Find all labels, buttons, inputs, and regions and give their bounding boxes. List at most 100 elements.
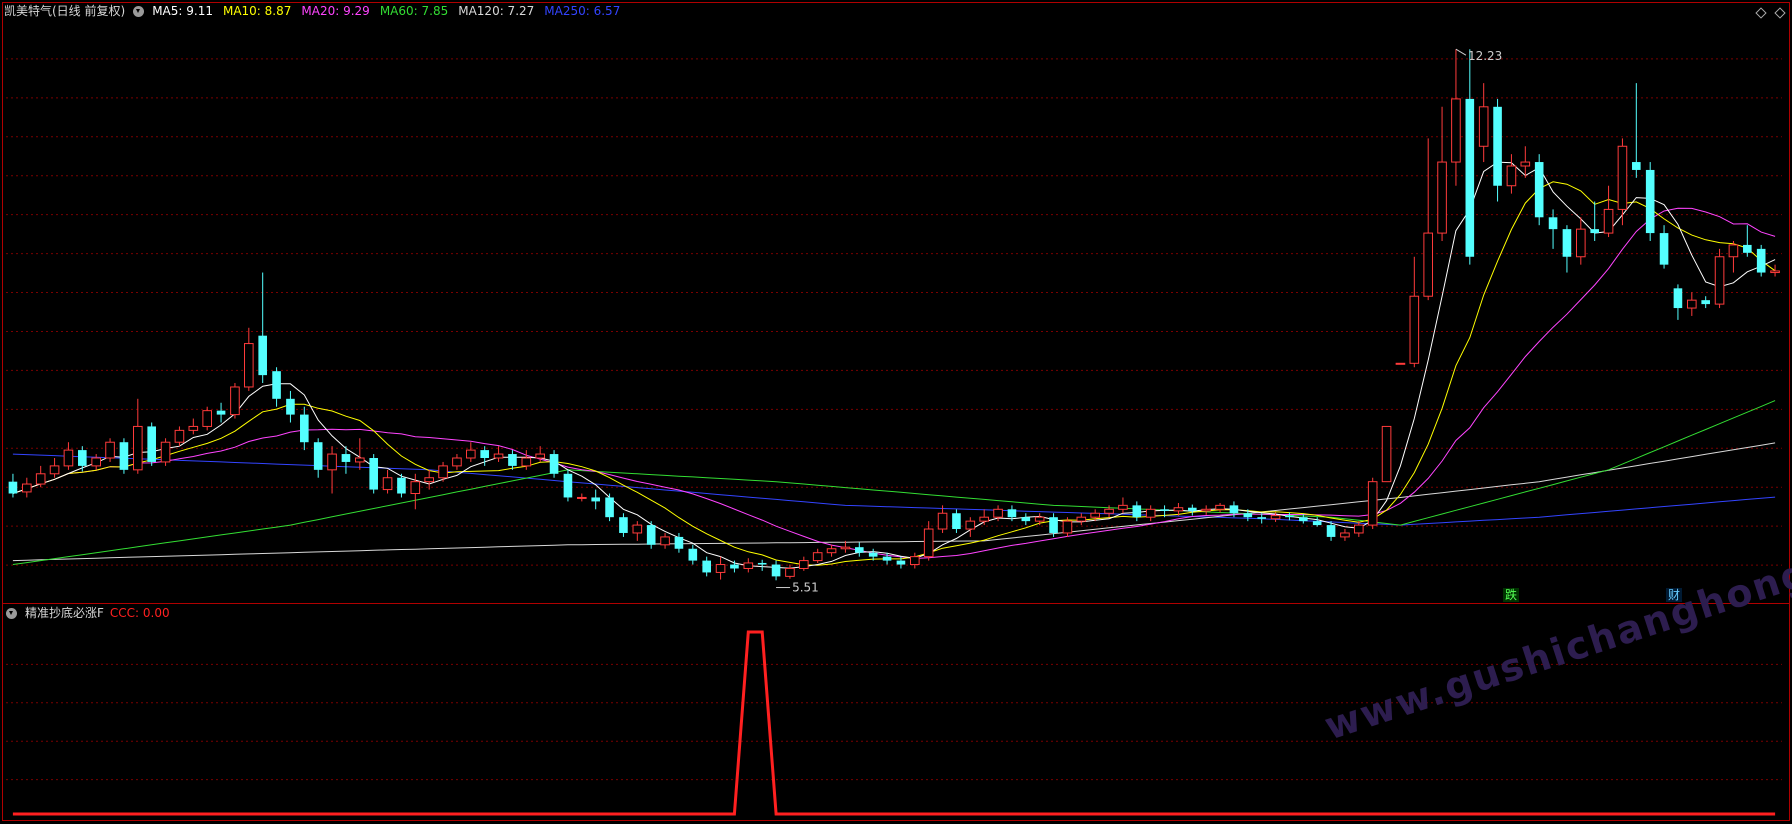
candle[interactable] [202,406,212,431]
candle-body-up [244,343,254,388]
candle-body-up [1034,516,1045,522]
candle[interactable] [549,450,559,478]
candle[interactable] [605,493,614,522]
candle-body-down [216,410,226,415]
candle-body-down [1229,505,1239,514]
candle[interactable] [147,422,156,466]
chart-background [0,0,1792,824]
candle-body-down [397,477,406,494]
candle-body-down [563,473,573,498]
candle[interactable] [119,438,129,474]
candle[interactable] [105,438,115,462]
candle[interactable] [1367,477,1378,530]
candle-body-up [424,477,434,483]
stock-chart[interactable]: 12.235.51 www.gushichanghong.com [0,0,1792,824]
candle-body-down [855,547,864,553]
candle-body-up [133,425,143,471]
candle-body-down [1465,98,1475,257]
candle[interactable] [1645,162,1655,241]
candle-body-up [1076,516,1087,522]
candle-body-up [1090,512,1100,518]
candle-body-up [202,410,212,427]
event-marker-fall[interactable]: 跌 [1503,588,1520,602]
indicator-value: CCC: 0.00 [109,606,170,620]
candle-body-down [896,560,906,565]
ma-legend-item: MA10: 8.87 [222,4,292,18]
candle-body-up [1381,425,1392,483]
ma-legend-item: MA250: 6.57 [544,4,621,18]
candle-body-up [910,556,920,566]
dropdown-circle-icon[interactable] [133,5,145,17]
candle[interactable] [230,383,240,419]
candle-body-down [688,548,698,561]
candle[interactable] [1534,154,1544,226]
candle-body-down [119,442,129,470]
candle-body-up [1451,98,1461,163]
candle-body-down [730,564,739,569]
candle-body-down [508,454,517,466]
candle-body-up [105,441,115,459]
candle-body-down [868,552,878,557]
candle[interactable] [1714,248,1725,309]
candle-body-down [1007,509,1017,518]
event-marker-finance[interactable]: 财 [1666,588,1683,602]
candle-body-up [826,548,837,554]
candle-body-up [230,386,240,416]
candle-body-up [452,457,462,467]
candle-body-up [438,465,448,479]
candle-body-down [1326,525,1336,537]
candle-body-up [535,453,545,459]
candle-body-down [1562,229,1572,257]
candle[interactable] [563,469,573,502]
candle[interactable] [1756,244,1766,277]
candle-body-down [702,560,711,573]
ma-legend-item: MA20: 9.29 [301,4,370,18]
ma-legend-item: MA120: 7.27 [458,4,535,18]
candle-body-up [1520,161,1531,167]
candle-body-up [327,453,337,471]
ma-legend-item: MA60: 7.85 [379,4,449,18]
candle-body-up [1714,256,1725,305]
indicator-dropdown-circle-icon[interactable] [6,607,17,619]
candle-body-up [840,546,851,550]
candle-body-up [1270,515,1281,520]
candle[interactable] [160,438,171,466]
candle-body-up [355,457,365,463]
candle-body-up [493,453,504,459]
candle-body-up [1201,508,1211,512]
candle-body-down [1743,244,1752,253]
candle-body-up [979,516,989,522]
candle-body-up [1062,520,1073,534]
candle-body-down [1756,248,1766,273]
candle-body-up [812,552,823,562]
candle-body-up [632,524,643,534]
candle[interactable] [1395,362,1406,365]
candle[interactable] [646,521,656,549]
candle-body-up [799,560,809,569]
candle-body-up [715,564,726,573]
candle[interactable] [369,454,378,494]
candle-body-up [785,567,795,577]
candle-body-up [965,520,976,530]
candle-body-down [882,556,892,561]
candle-body-down [1243,513,1253,518]
candle-body-up [1173,507,1184,512]
candle-body-up [35,473,46,485]
stock-title: 凯美特气(日线 前复权) [4,4,126,18]
candle[interactable] [1381,425,1392,483]
candle-body-down [1632,162,1641,170]
candle-body-down [1160,509,1169,511]
low-price-label: 5.51 [792,581,819,595]
candle-body-down [1673,288,1683,309]
candle-body-down [1493,106,1502,186]
candle-body-up [1367,481,1378,526]
candle-body-up [1354,524,1364,534]
candle-body-down [78,450,87,466]
candle-body-down [771,564,781,577]
main-chart-header: 凯美特气(日线 前复权) MA5: 9.11 MA10: 8.87 MA20: 9.… [4,3,620,19]
candle-body-down [591,497,600,502]
candle-body-up [188,425,199,431]
candle-body-down [1659,233,1669,265]
candle-body-up [410,481,421,495]
candle-body-down [1132,505,1142,518]
